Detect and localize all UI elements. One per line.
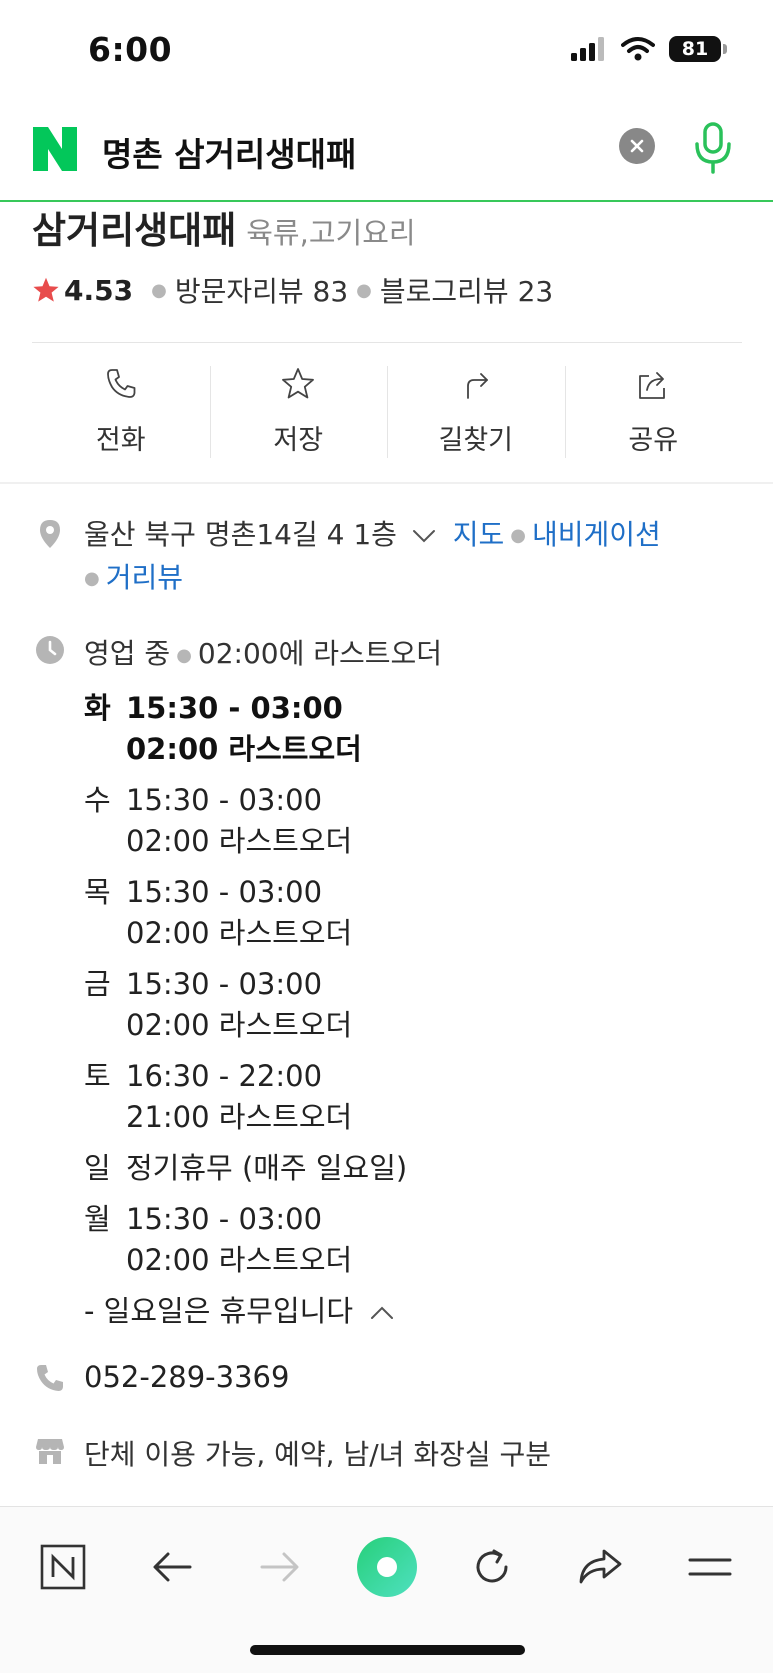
microphone-icon[interactable] (690, 120, 736, 176)
business-status: 영업 중 (84, 637, 171, 670)
hours-time: 정기휴무 (매주 일요일) (126, 1151, 408, 1185)
rating-value: 4.53 (64, 273, 134, 307)
wifi-icon (621, 37, 655, 61)
hours-last-order: 02:00 라스트오더 (126, 916, 353, 950)
business-status-row[interactable]: 영업 중 ● 02:00에 라스트오더 (84, 632, 442, 672)
green-dot-button[interactable] (355, 1535, 419, 1599)
share-page-button[interactable] (570, 1537, 630, 1597)
hours-day: 일 (84, 1151, 111, 1185)
signal-icon (571, 37, 604, 61)
hours-time: 15:30 - 03:00 (126, 691, 343, 725)
hours-row: 토 16:30 - 22:00 21:00 라스트오더 (84, 1056, 407, 1138)
hours-time: 15:30 - 03:00 (126, 967, 323, 1001)
hours-row: 화 15:30 - 03:00 02:00 라스트오더 (84, 688, 407, 770)
facilities-text: 단체 이용 가능, 예약, 남/녀 화장실 구분 (84, 1438, 552, 1471)
place-name: 삼거리생대패 (32, 209, 237, 252)
hamburger-menu-icon (688, 1558, 732, 1576)
hours-collapse-toggle[interactable]: - 일요일은 휴무입니다 (84, 1291, 407, 1332)
star-icon (282, 368, 315, 399)
directions-icon (466, 373, 488, 399)
map-link[interactable]: 지도 (453, 518, 505, 551)
hours-row: 금 15:30 - 03:00 02:00 라스트오더 (84, 964, 407, 1046)
menu-button[interactable] (680, 1537, 740, 1597)
chevron-down-icon[interactable] (412, 528, 436, 544)
phone-info-icon (37, 1365, 63, 1391)
call-label: 전화 (95, 425, 146, 456)
hours-last-order: 21:00 라스트오더 (126, 1100, 353, 1134)
hours-day: 수 (84, 783, 111, 817)
hours-day: 금 (84, 967, 111, 1001)
hours-time: 15:30 - 03:00 (126, 1202, 323, 1236)
close-icon (630, 139, 644, 153)
place-header: 삼거리생대패 육류,고기요리 (32, 200, 416, 254)
store-icon (36, 1439, 64, 1464)
clock-icon (36, 636, 64, 664)
status-time: 6:00 (88, 30, 173, 69)
blog-reviews-link[interactable]: 블로그리뷰 23 (380, 270, 553, 310)
share-icon (639, 372, 666, 399)
divider (32, 342, 742, 343)
back-button[interactable] (142, 1537, 202, 1597)
place-category: 육류,고기요리 (246, 216, 416, 250)
clear-search-button[interactable] (619, 128, 655, 164)
home-indicator[interactable] (250, 1645, 525, 1655)
share-label: 공유 (628, 425, 679, 456)
hours-row: 수 15:30 - 03:00 02:00 라스트오더 (84, 780, 407, 862)
location-pin-icon (40, 520, 60, 548)
refresh-button[interactable] (462, 1537, 522, 1597)
save-label: 저장 (273, 425, 324, 456)
hours-list: 화 15:30 - 03:00 02:00 라스트오더 수 15:30 - 03:… (84, 688, 407, 1332)
phone-icon (106, 369, 136, 398)
hours-last-order: 02:00 라스트오더 (126, 732, 362, 766)
arrow-left-icon (153, 1552, 192, 1582)
hours-time: 16:30 - 22:00 (126, 1059, 323, 1093)
search-query[interactable]: 명촌 삼거리생대패 (102, 128, 356, 176)
battery-level: 81 (681, 38, 709, 60)
hours-day: 토 (84, 1059, 111, 1093)
arrow-right-icon (260, 1552, 299, 1582)
hours-last-order: 02:00 라스트오더 (126, 1243, 353, 1277)
address-row: 울산 북구 명촌14길 4 1층 지도 ● 내비게이션 ● 거리뷰 (84, 518, 661, 594)
hours-last-order: 02:00 라스트오더 (126, 824, 353, 858)
hours-day: 화 (84, 691, 111, 725)
directions-label: 길찾기 (438, 425, 514, 456)
forward-share-icon (579, 1549, 622, 1584)
phone-number[interactable]: 052-289-3369 (84, 1360, 289, 1394)
street-view-link[interactable]: 거리뷰 (106, 561, 183, 594)
naver-home-button[interactable] (33, 1537, 93, 1597)
hours-row: 목 15:30 - 03:00 02:00 라스트오더 (84, 872, 407, 954)
battery-indicator: 81 (669, 36, 727, 62)
rating-row: 4.53 ● 방문자리뷰 83 ● 블로그리뷰 23 (32, 270, 553, 310)
hours-day: 월 (84, 1202, 111, 1236)
directions-button[interactable]: 길찾기 (387, 362, 565, 462)
call-button[interactable]: 전화 (32, 362, 210, 462)
hours-row: 일 정기휴무 (매주 일요일) (84, 1148, 407, 1189)
search-bar: 명촌 삼거리생대패 (0, 100, 773, 202)
hours-row: 월 15:30 - 03:00 02:00 라스트오더 (84, 1199, 407, 1281)
hours-last-order: 02:00 라스트오더 (126, 1008, 353, 1042)
status-icons: 81 (571, 36, 727, 62)
last-order-status: 02:00에 라스트오더 (197, 637, 443, 670)
holiday-note: - 일요일은 휴무입니다 (84, 1294, 354, 1328)
navigation-link[interactable]: 내비게이션 (532, 518, 661, 551)
hours-day: 목 (84, 875, 111, 909)
save-button[interactable]: 저장 (209, 362, 388, 462)
status-bar: 6:00 81 (0, 0, 773, 100)
green-dot-icon (357, 1537, 417, 1597)
rating-star-icon (33, 277, 59, 302)
address-text: 울산 북구 명촌14길 4 1층 (84, 518, 397, 551)
share-button[interactable]: 공유 (564, 362, 743, 462)
refresh-icon (476, 1549, 508, 1583)
naver-n-icon (40, 1544, 86, 1590)
hours-time: 15:30 - 03:00 (126, 875, 323, 909)
hours-time: 15:30 - 03:00 (126, 783, 323, 817)
forward-button[interactable] (250, 1537, 310, 1597)
chevron-up-icon (371, 1306, 394, 1319)
naver-logo-icon[interactable] (30, 124, 80, 174)
visitor-reviews-link[interactable]: 방문자리뷰 83 (175, 270, 348, 310)
action-bar: 전화 저장 길찾기 공유 (32, 362, 742, 462)
section-separator (0, 482, 773, 484)
